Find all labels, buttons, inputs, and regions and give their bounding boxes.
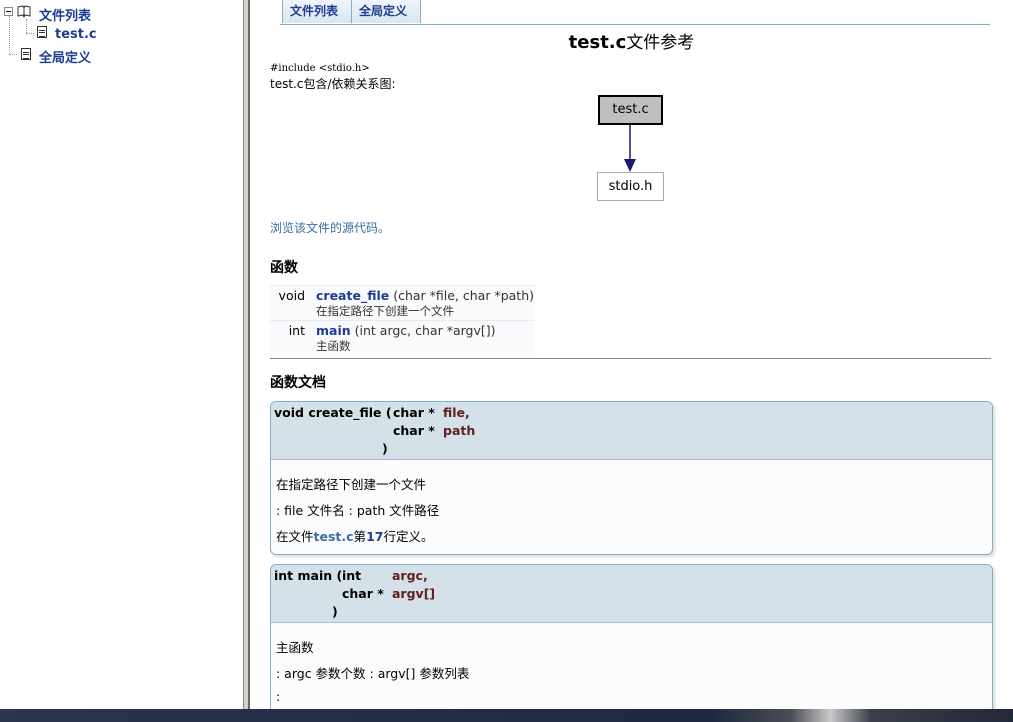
param-name: argv[]: [392, 586, 436, 601]
param-name: argc,: [392, 568, 428, 583]
function-link[interactable]: create_file: [316, 288, 389, 303]
doc-brief: 主函数: [276, 640, 314, 655]
document-icon: [21, 48, 31, 60]
def-line-link[interactable]: 17: [366, 529, 383, 544]
tree-item-label: 全局定义: [39, 50, 92, 66]
graph-node-test-c[interactable]: test.c: [598, 95, 663, 125]
doc-return: :: [276, 689, 281, 704]
functions-heading: 函数: [270, 260, 298, 276]
proto-prefix: void create_file (: [274, 405, 392, 420]
param-type: char *: [342, 586, 384, 601]
table-row: void create_file (char *file, char *path…: [270, 285, 535, 320]
doc-params: : argc 参数个数 : argv[] 参数列表: [276, 666, 470, 681]
param-name: file,: [443, 405, 470, 420]
param-name: path: [443, 423, 476, 438]
table-row: int main (int argc, char *argv[]) 主函数: [270, 320, 535, 355]
function-prototype: void create_file ( char * file, char * p…: [271, 402, 992, 460]
function-summary-table: void create_file (char *file, char *path…: [270, 285, 535, 355]
function-args: (char *file, char *path): [393, 288, 534, 303]
frame-splitter[interactable]: [243, 0, 250, 709]
return-type: void: [278, 288, 305, 303]
graph-node-label: test.c: [612, 102, 649, 117]
dependency-graph-label: test.c包含/依赖关系图:: [270, 77, 396, 91]
tab-file-list[interactable]: 文件列表: [282, 0, 352, 23]
param-type: char *: [393, 405, 435, 420]
proto-prefix: int main (: [274, 568, 343, 583]
def-prefix: 在文件: [276, 529, 314, 544]
title-file: test.c: [568, 32, 627, 53]
tree-item-label: 文件列表: [39, 8, 92, 24]
function-brief: 在指定路径下创建一个文件: [316, 304, 454, 318]
def-file-link[interactable]: test.c: [314, 529, 354, 544]
tab-label: 全局定义: [359, 4, 408, 18]
def-mid: 第: [353, 529, 367, 544]
return-type: int: [288, 323, 305, 338]
doc-brief: 在指定路径下创建一个文件: [276, 477, 427, 492]
collapse-toggle[interactable]: [4, 7, 13, 16]
tree-item-globals[interactable]: 全局定义: [39, 47, 92, 66]
include-line: #include <stdio.h>: [270, 63, 370, 74]
graph-edge-arrow: [624, 125, 636, 172]
function-link[interactable]: main: [316, 323, 351, 338]
doc-block-create-file: void create_file ( char * file, char * p…: [270, 401, 993, 555]
doc-params: : file 文件名 : path 文件路径: [276, 503, 440, 518]
tab-bar: 文件列表 全局定义: [280, 0, 990, 25]
graph-node-label: stdio.h: [608, 179, 653, 194]
function-prototype: int main ( int argc, char * argv[] ): [271, 565, 992, 623]
function-args: (int argc, char *argv[]): [354, 323, 496, 338]
function-brief: 主函数: [316, 339, 351, 353]
document-icon: [37, 26, 47, 38]
function-declaration: main (int argc, char *argv[]): [316, 323, 495, 338]
tab-globals[interactable]: 全局定义: [351, 0, 421, 23]
tree-item-test-c[interactable]: test.c: [55, 25, 97, 43]
browse-source-link[interactable]: 浏览该文件的源代码。: [270, 219, 390, 236]
divider: [270, 358, 991, 359]
taskbar: [0, 709, 1013, 722]
param-type: int: [342, 568, 362, 583]
doc-block-main: int main ( int argc, char * argv[] ) 主函数…: [270, 564, 993, 709]
proto-close: ): [332, 604, 338, 619]
graph-node-stdio-h[interactable]: stdio.h: [597, 172, 664, 201]
page-title: test.c文件参考: [250, 28, 1013, 53]
title-suffix: 文件参考: [626, 33, 695, 53]
proto-close: ): [382, 441, 388, 456]
doc-definition: 在文件test.c第17行定义。: [276, 526, 433, 545]
param-type: char *: [393, 423, 435, 438]
function-docs-heading: 函数文档: [270, 375, 326, 391]
content-panel: 文件列表 全局定义 test.c文件参考 #include <stdio.h> …: [250, 0, 1013, 709]
tree-item-file-list[interactable]: 文件列表: [39, 5, 92, 24]
function-declaration: create_file (char *file, char *path): [316, 288, 534, 303]
tree-item-label: test.c: [55, 26, 97, 42]
tab-label: 文件列表: [290, 4, 339, 18]
open-book-icon: [17, 5, 31, 18]
file-tree-panel: 文件列表 test.c 全局定义: [0, 0, 243, 709]
def-suffix: 行定义。: [383, 529, 434, 544]
